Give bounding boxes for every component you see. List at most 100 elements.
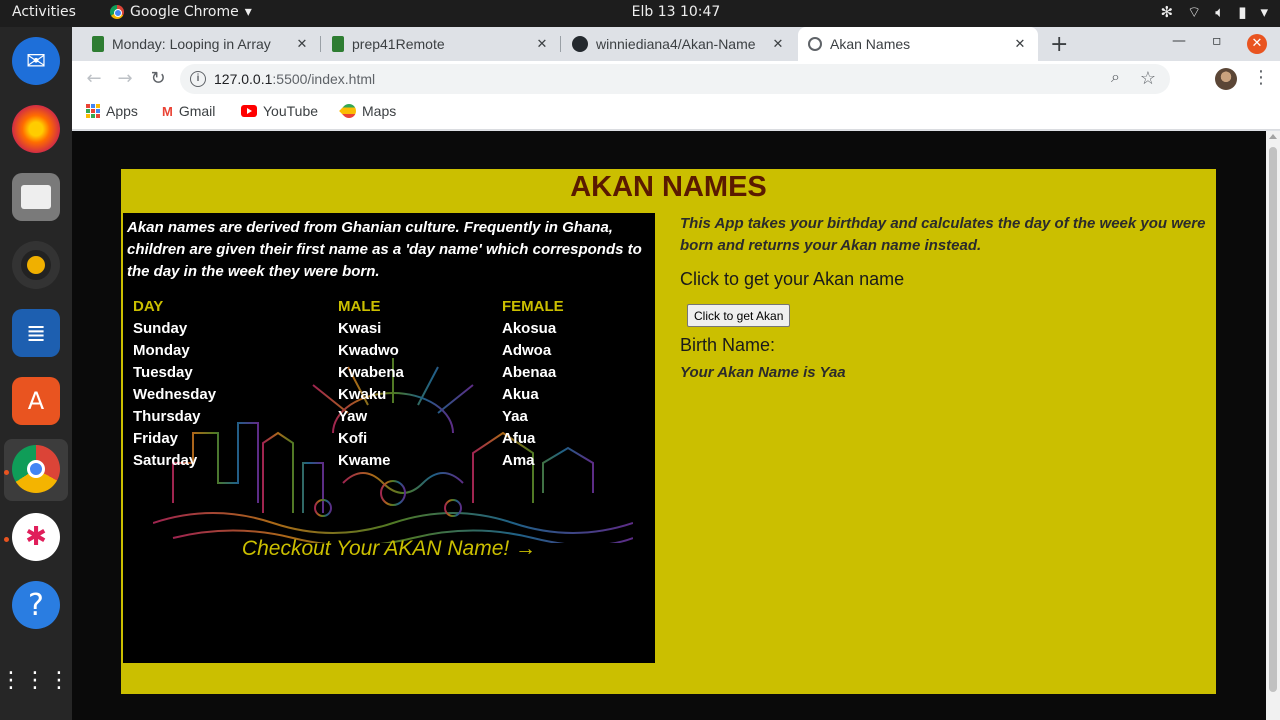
- table-row: Saturday Kwame Ama: [133, 449, 622, 471]
- table-cell: Akua: [502, 385, 539, 403]
- bookmark-label: Gmail: [178, 103, 216, 119]
- globe-icon: [808, 37, 822, 51]
- bookmarks-bar: Apps M Gmail YouTube Maps: [72, 97, 1280, 130]
- bookmark-youtube[interactable]: YouTube: [241, 103, 318, 119]
- table-cell: Adwoa: [502, 341, 552, 359]
- table-cell: Monday: [133, 341, 190, 359]
- url-path: :5500/index.html: [272, 71, 376, 87]
- table-cell: Abenaa: [502, 363, 557, 381]
- table-cell: Sunday: [133, 319, 188, 337]
- zoom-icon[interactable]: ⌕: [1111, 69, 1120, 87]
- new-tab-button[interactable]: +: [1050, 32, 1068, 57]
- table-cell: Kofi: [338, 429, 368, 447]
- checkout-link[interactable]: Checkout Your AKAN Name! →: [123, 537, 655, 561]
- forward-button[interactable]: →: [113, 67, 137, 91]
- system-top-bar: Activities Google Chrome ▾ Elb 13 10:47 …: [0, 0, 1280, 27]
- dock: ✉ ≣ A ✱ ? ⋮⋮⋮: [0, 27, 72, 720]
- writer-icon[interactable]: ≣: [12, 309, 60, 357]
- info-icon[interactable]: i: [190, 71, 206, 87]
- wifi-icon: ⌔: [1187, 3, 1202, 21]
- scroll-up-arrow-icon[interactable]: [1269, 134, 1277, 139]
- table-row: Monday Kwadwo Adwoa: [133, 339, 622, 361]
- github-icon: [572, 36, 588, 52]
- vertical-scrollbar[interactable]: [1266, 131, 1280, 720]
- running-indicator: [4, 537, 9, 542]
- bookmark-label: Maps: [362, 103, 397, 119]
- bookmark-apps[interactable]: Apps: [86, 103, 138, 119]
- tab-title: winniediana4/Akan-Name: [596, 36, 756, 52]
- table-row: Thursday Yaw Yaa: [133, 405, 622, 427]
- slack-icon[interactable]: ✱: [12, 513, 60, 561]
- bookmark-maps[interactable]: Maps: [339, 101, 397, 121]
- tab-strip: Monday: Looping in Array ✕ prep41Remote …: [72, 27, 1280, 61]
- window-close-button[interactable]: ✕: [1247, 34, 1267, 54]
- tab-title: Akan Names: [830, 36, 911, 52]
- slack-tray-icon[interactable]: ✻: [1161, 3, 1174, 22]
- table-cell: Wednesday: [133, 385, 217, 403]
- table-cell: Kwadwo: [338, 341, 399, 359]
- rhythmbox-icon[interactable]: [12, 241, 60, 289]
- close-icon[interactable]: ✕: [294, 36, 310, 52]
- bookmark-star-icon[interactable]: ☆: [1140, 68, 1156, 89]
- back-button[interactable]: ←: [82, 67, 106, 91]
- tab[interactable]: winniediana4/Akan-Name ✕: [562, 27, 796, 61]
- system-tray[interactable]: ✻ ⌔ 🔈︎ ▮ ▾: [1161, 3, 1269, 22]
- maximize-button[interactable]: ▫: [1212, 33, 1222, 49]
- minimize-button[interactable]: —: [1172, 33, 1186, 49]
- volume-icon: 🔈︎: [1215, 3, 1225, 21]
- clock[interactable]: Elb 13 10:47: [0, 4, 1280, 20]
- column-header-male: MALE: [338, 297, 381, 315]
- files-icon[interactable]: [12, 173, 60, 221]
- tab[interactable]: Monday: Looping in Array ✕: [82, 27, 320, 61]
- intro-text: Akan names are derived from Ghanian cult…: [127, 219, 642, 280]
- tab-separator: [320, 36, 321, 52]
- akan-names-table: DAY MALE FEMALE Sunday Kwasi Akosua Monday…: [133, 295, 622, 471]
- table-row: Wednesday Kwaku Akua: [133, 383, 622, 405]
- bookmark-gmail[interactable]: M Gmail: [162, 103, 215, 119]
- help-icon[interactable]: ?: [12, 581, 60, 629]
- akan-form-panel: This App takes your birthday and calcula…: [680, 213, 1210, 381]
- birth-name-label: Birth Name:: [680, 335, 776, 355]
- table-cell: Afua: [502, 429, 536, 447]
- tab-title: prep41Remote: [352, 36, 445, 52]
- chevron-down-icon: ▾: [1260, 3, 1268, 21]
- url-text[interactable]: 127.0.0.1:5500/index.html: [214, 71, 375, 87]
- tab[interactable]: prep41Remote ✕: [322, 27, 560, 61]
- gmail-icon: M: [162, 103, 173, 119]
- tab-favicon-icon: [332, 36, 344, 52]
- column-header-day: DAY: [133, 297, 164, 315]
- column-header-female: FEMALE: [502, 297, 564, 315]
- tab-active[interactable]: Akan Names ✕: [798, 27, 1038, 61]
- akan-info-panel: Akan names are derived from Ghanian cult…: [123, 213, 655, 663]
- battery-icon: ▮: [1238, 3, 1247, 21]
- table-row: Sunday Kwasi Akosua: [133, 317, 622, 339]
- table-cell: Yaa: [502, 407, 528, 425]
- firefox-icon[interactable]: [12, 105, 60, 153]
- profile-avatar[interactable]: [1215, 68, 1237, 90]
- main-container: AKAN NAMES Akan names are derived from G…: [121, 169, 1216, 694]
- tab-favicon-icon: [92, 36, 104, 52]
- table-cell: Akosua: [502, 319, 557, 337]
- browser-window: Monday: Looping in Array ✕ prep41Remote …: [72, 27, 1280, 720]
- close-icon[interactable]: ✕: [770, 36, 786, 52]
- thunderbird-icon[interactable]: ✉: [12, 37, 60, 85]
- software-center-icon[interactable]: A: [12, 377, 60, 425]
- page-title: AKAN NAMES: [570, 171, 767, 203]
- close-icon[interactable]: ✕: [1012, 36, 1028, 52]
- browser-toolbar: ← → ↻ i 127.0.0.1:5500/index.html ⌕ ☆ ⋮: [72, 61, 1280, 97]
- address-bar[interactable]: i 127.0.0.1:5500/index.html ⌕ ☆: [180, 64, 1170, 94]
- youtube-icon: [241, 105, 257, 117]
- tab-separator: [560, 36, 561, 52]
- show-apps-icon[interactable]: ⋮⋮⋮: [0, 657, 70, 705]
- scrollbar-thumb[interactable]: [1269, 147, 1277, 692]
- table-cell: Thursday: [133, 407, 201, 425]
- get-akan-button[interactable]: Click to get Akan: [687, 304, 791, 327]
- bookmark-label: YouTube: [263, 103, 319, 119]
- reload-button[interactable]: ↻: [146, 67, 170, 91]
- url-host: 127.0.0.1: [214, 71, 273, 87]
- browser-menu-icon[interactable]: ⋮: [1252, 67, 1270, 88]
- tab-title: Monday: Looping in Array: [112, 36, 271, 52]
- table-row: Tuesday Kwabena Abenaa: [133, 361, 622, 383]
- close-icon[interactable]: ✕: [534, 36, 550, 52]
- chrome-icon[interactable]: [12, 445, 60, 493]
